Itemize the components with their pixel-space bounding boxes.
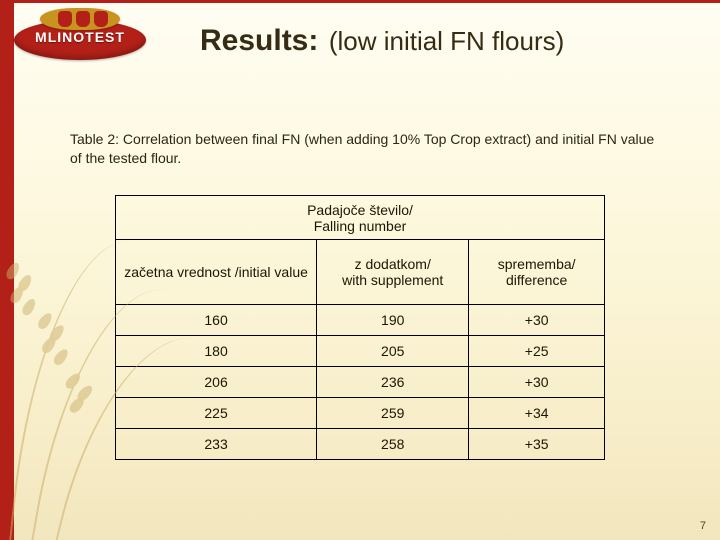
data-table: Padajoče število/Falling number začetna …: [115, 195, 605, 460]
cell: +30: [469, 367, 605, 398]
cell: 205: [317, 336, 469, 367]
top-ribbon: [0, 0, 720, 3]
cell: 180: [116, 336, 317, 367]
title-subtitle: (low initial FN flours): [329, 26, 565, 56]
table-row: 206236+30: [116, 367, 605, 398]
table-row: 225259+34: [116, 398, 605, 429]
table-row: 233258+35: [116, 429, 605, 460]
cell: 160: [116, 305, 317, 336]
slide-title: Results: (low initial FN flours): [200, 24, 564, 58]
cell: 206: [116, 367, 317, 398]
cell: 233: [116, 429, 317, 460]
col-header-supplement: z dodatkom/with supplement: [317, 240, 469, 305]
brand-logo: MLINOTEST: [6, 8, 156, 66]
cell: 236: [317, 367, 469, 398]
cell: +34: [469, 398, 605, 429]
logo-gold-badge: [40, 8, 120, 30]
cell: 225: [116, 398, 317, 429]
title-strong: Results:: [200, 24, 318, 57]
cell: +25: [469, 336, 605, 367]
table-body: 160190+30 180205+25 206236+30 225259+34 …: [116, 305, 605, 460]
cell: +30: [469, 305, 605, 336]
table-top-header: Padajoče število/Falling number: [116, 196, 605, 240]
table-row: 180205+25: [116, 336, 605, 367]
page-number: 7: [700, 520, 706, 532]
table-row: 160190+30: [116, 305, 605, 336]
table-caption: Table 2: Correlation between final FN (w…: [70, 130, 660, 168]
cell: +35: [469, 429, 605, 460]
left-ribbon: [0, 0, 14, 540]
col-header-difference: sprememba/difference: [469, 240, 605, 305]
falling-number-table: Padajoče število/Falling number začetna …: [115, 195, 605, 460]
cell: 259: [317, 398, 469, 429]
cell: 190: [317, 305, 469, 336]
logo-text: MLINOTEST: [6, 29, 154, 45]
col-header-initial: začetna vrednost /initial value: [116, 240, 317, 305]
slide: MLINOTEST Results: (low initial FN flour…: [0, 0, 720, 540]
cell: 258: [317, 429, 469, 460]
